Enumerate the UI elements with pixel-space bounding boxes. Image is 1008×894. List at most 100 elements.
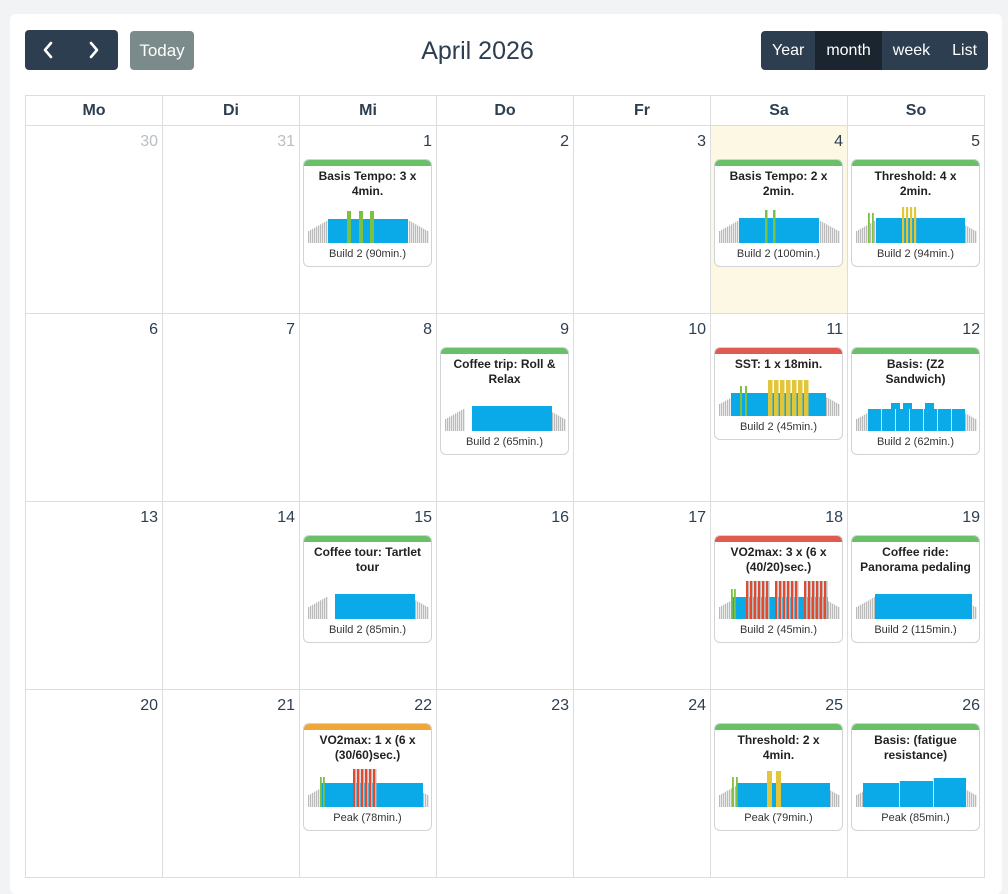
day-cell[interactable]: 9 Coffee trip: Roll & Relax Build 2 (65min… bbox=[437, 314, 574, 501]
day-number[interactable]: 11 bbox=[826, 321, 843, 339]
workout-profile-chart bbox=[718, 771, 839, 807]
day-number[interactable]: 30 bbox=[140, 133, 158, 151]
workout-event-card[interactable]: Threshold: 2 x 4min. Peak (79min.) bbox=[714, 723, 843, 831]
weekday-header-cell: Mo bbox=[26, 96, 163, 125]
day-number[interactable]: 24 bbox=[688, 697, 706, 715]
day-cell[interactable]: 2 bbox=[437, 126, 574, 313]
workout-profile-chart bbox=[855, 778, 976, 807]
day-cell[interactable]: 24 bbox=[574, 690, 711, 877]
view-week-button[interactable]: week bbox=[882, 31, 941, 70]
day-cell[interactable]: 30 bbox=[26, 126, 163, 313]
weekday-header: Mo Di Mi Do Fr Sa So bbox=[25, 95, 985, 126]
workout-event-card[interactable]: Basis: (fatigue resistance) Peak (85min.) bbox=[851, 723, 980, 831]
event-phase-duration: Build 2 (65min.) bbox=[465, 436, 544, 448]
event-title: Basis Tempo: 2 x 2min. bbox=[729, 169, 828, 198]
day-cell-today[interactable]: 4 Basis Tempo: 2 x 2min. Build 2 (100min.) bbox=[711, 126, 848, 313]
day-number[interactable]: 16 bbox=[551, 509, 569, 527]
day-number[interactable]: 9 bbox=[560, 321, 569, 339]
day-cell[interactable]: 8 bbox=[300, 314, 437, 501]
workout-profile-chart bbox=[718, 210, 839, 243]
day-cell[interactable]: 15 Coffee tour: Tartlet tour Build 2 (85mi… bbox=[300, 502, 437, 689]
day-number[interactable]: 23 bbox=[551, 697, 569, 715]
workout-profile-chart bbox=[855, 594, 976, 619]
workout-event-card[interactable]: VO2max: 1 x (6 x (30/60)sec.) Peak (78min… bbox=[303, 723, 432, 831]
workout-event-card[interactable]: Coffee ride: Panorama pedaling Build 2 (1… bbox=[851, 535, 980, 643]
day-number[interactable]: 4 bbox=[834, 133, 843, 151]
day-number[interactable]: 21 bbox=[277, 697, 295, 715]
day-cell[interactable]: 31 bbox=[163, 126, 300, 313]
day-number[interactable]: 25 bbox=[825, 697, 843, 715]
day-cell[interactable]: 11 SST: 1 x 18min. Build 2 (45min.) bbox=[711, 314, 848, 501]
day-cell[interactable]: 16 bbox=[437, 502, 574, 689]
month-grid: Mo Di Mi Do Fr Sa So 30 31 1 Basis Tempo: 3 x 4mi… bbox=[25, 95, 985, 878]
workout-event-card[interactable]: Basis Tempo: 2 x 2min. Build 2 (100min.) bbox=[714, 159, 843, 267]
day-number[interactable]: 18 bbox=[825, 509, 843, 527]
event-title: Threshold: 2 x 4min. bbox=[737, 733, 820, 762]
day-cell[interactable]: 18 VO2max: 3 x (6 x (40/20)sec.) Build 2 (… bbox=[711, 502, 848, 689]
day-cell[interactable]: 10 bbox=[574, 314, 711, 501]
day-number[interactable]: 10 bbox=[688, 321, 706, 339]
event-title: Basis Tempo: 3 x 4min. bbox=[318, 169, 417, 198]
weekday-header-cell: Mi bbox=[300, 96, 437, 125]
day-cell[interactable]: 1 Basis Tempo: 3 x 4min. Build 2 (90min.) bbox=[300, 126, 437, 313]
view-switcher: Year month week List bbox=[761, 31, 989, 70]
day-cell[interactable]: 23 bbox=[437, 690, 574, 877]
day-number[interactable]: 5 bbox=[971, 133, 980, 151]
day-number[interactable]: 17 bbox=[688, 509, 706, 527]
event-title: VO2max: 3 x (6 x (40/20)sec.) bbox=[730, 545, 827, 574]
event-title: Coffee ride: Panorama pedaling bbox=[860, 545, 971, 574]
day-cell[interactable]: 7 bbox=[163, 314, 300, 501]
workout-event-card[interactable]: Basis Tempo: 3 x 4min. Build 2 (90min.) bbox=[303, 159, 432, 267]
day-cell[interactable]: 6 bbox=[26, 314, 163, 501]
event-phase-duration: Peak (85min.) bbox=[881, 812, 950, 824]
day-number[interactable]: 13 bbox=[140, 509, 158, 527]
day-number[interactable]: 19 bbox=[962, 509, 980, 527]
view-month-button[interactable]: month bbox=[815, 31, 882, 70]
day-number[interactable]: 31 bbox=[277, 133, 295, 151]
day-cell[interactable]: 19 Coffee ride: Panorama pedaling Build 2 … bbox=[848, 502, 985, 689]
day-number[interactable]: 26 bbox=[962, 697, 980, 715]
day-cell[interactable]: 20 bbox=[26, 690, 163, 877]
day-number[interactable]: 6 bbox=[149, 321, 158, 339]
weekday-header-cell: Sa bbox=[711, 96, 848, 125]
event-phase-duration: Peak (79min.) bbox=[744, 812, 813, 824]
event-phase-duration: Build 2 (45min.) bbox=[739, 624, 818, 636]
day-number[interactable]: 2 bbox=[560, 133, 569, 151]
workout-event-card[interactable]: Coffee trip: Roll & Relax Build 2 (65min.… bbox=[440, 347, 569, 455]
workout-event-card[interactable]: Basis: (Z2 Sandwich) Build 2 (62min.) bbox=[851, 347, 980, 455]
day-number[interactable]: 14 bbox=[277, 509, 295, 527]
day-number[interactable]: 22 bbox=[414, 697, 432, 715]
workout-event-card[interactable]: Coffee tour: Tartlet tour Build 2 (85min.… bbox=[303, 535, 432, 643]
event-phase-duration: Build 2 (85min.) bbox=[328, 624, 407, 636]
day-cell[interactable]: 14 bbox=[163, 502, 300, 689]
day-cell[interactable]: 13 bbox=[26, 502, 163, 689]
day-number[interactable]: 1 bbox=[423, 133, 432, 151]
event-phase-duration: Build 2 (45min.) bbox=[739, 421, 818, 433]
day-cell[interactable]: 25 Threshold: 2 x 4min. Peak (79min.) bbox=[711, 690, 848, 877]
day-number[interactable]: 3 bbox=[697, 133, 706, 151]
day-number[interactable]: 7 bbox=[286, 321, 295, 339]
week-row: 20 21 22 VO2max: 1 x (6 x (30/60)sec.) Peak … bbox=[25, 690, 985, 878]
day-cell[interactable]: 3 bbox=[574, 126, 711, 313]
day-cell[interactable]: 12 Basis: (Z2 Sandwich) Build 2 (62min.) bbox=[848, 314, 985, 501]
day-number[interactable]: 20 bbox=[140, 697, 158, 715]
workout-event-card[interactable]: SST: 1 x 18min. Build 2 (45min.) bbox=[714, 347, 843, 440]
day-cell[interactable]: 22 VO2max: 1 x (6 x (30/60)sec.) Peak (78m… bbox=[300, 690, 437, 877]
day-number[interactable]: 12 bbox=[962, 321, 980, 339]
workout-event-card[interactable]: VO2max: 3 x (6 x (40/20)sec.) Build 2 (45… bbox=[714, 535, 843, 643]
workout-profile-chart bbox=[307, 769, 428, 807]
workout-event-card[interactable]: Threshold: 4 x 2min. Build 2 (94min.) bbox=[851, 159, 980, 267]
workout-profile-chart bbox=[855, 403, 976, 431]
workout-profile-chart bbox=[307, 211, 428, 243]
view-year-button[interactable]: Year bbox=[761, 31, 815, 70]
day-number[interactable]: 8 bbox=[423, 321, 432, 339]
workout-profile-chart bbox=[307, 594, 428, 619]
day-cell[interactable]: 17 bbox=[574, 502, 711, 689]
event-title: Coffee tour: Tartlet tour bbox=[313, 545, 422, 574]
day-cell[interactable]: 21 bbox=[163, 690, 300, 877]
day-cell[interactable]: 5 Threshold: 4 x 2min. Build 2 (94min.) bbox=[848, 126, 985, 313]
view-list-button[interactable]: List bbox=[941, 31, 988, 70]
day-cell[interactable]: 26 Basis: (fatigue resistance) Peak (85min… bbox=[848, 690, 985, 877]
day-number[interactable]: 15 bbox=[414, 509, 432, 527]
event-title: VO2max: 1 x (6 x (30/60)sec.) bbox=[319, 733, 416, 762]
